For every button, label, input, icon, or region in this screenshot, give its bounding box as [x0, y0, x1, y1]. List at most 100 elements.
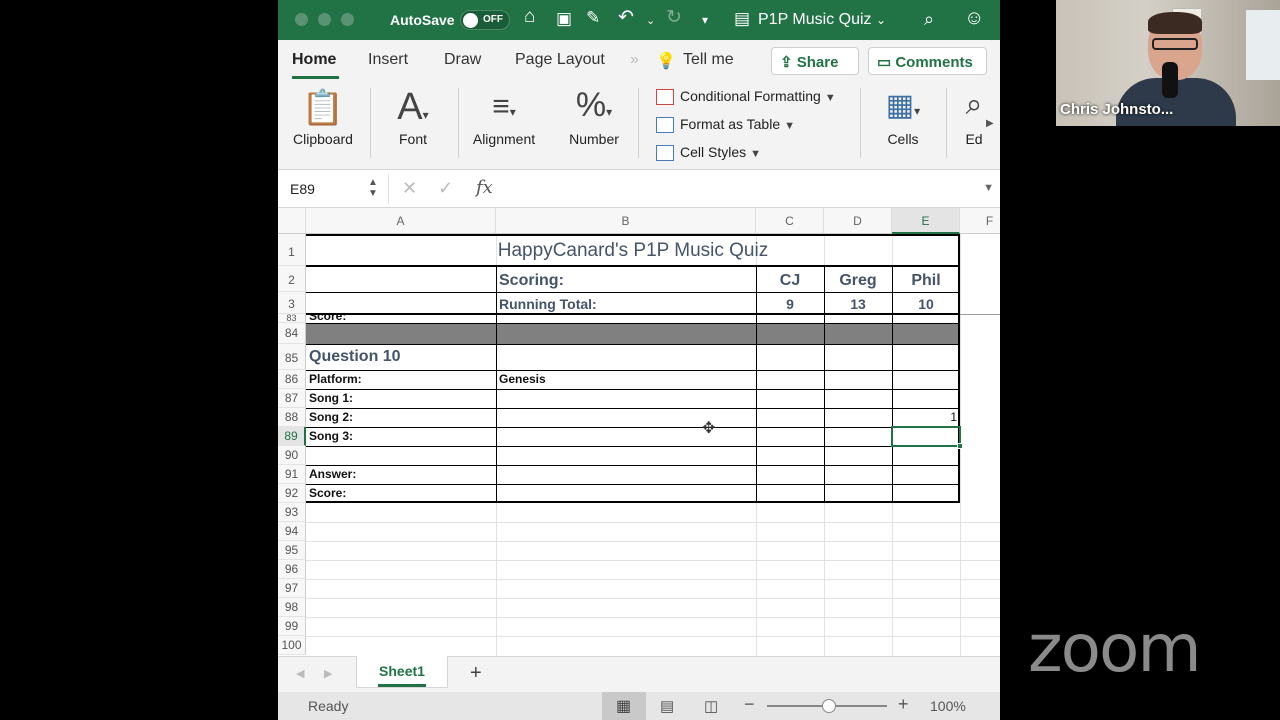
column-header-d[interactable]: D	[824, 208, 892, 234]
row-header[interactable]: 88	[278, 408, 306, 427]
column-header-e[interactable]: E	[892, 208, 960, 234]
tab-page-layout[interactable]: Page Layout	[515, 51, 605, 69]
tab-tell-me[interactable]: Tell me	[683, 51, 734, 69]
active-tab-indicator	[292, 76, 339, 79]
share-button[interactable]: ⇪ Share	[771, 47, 859, 75]
question-heading[interactable]: Question 10	[309, 344, 494, 370]
clipboard-group[interactable]: 📋 Clipboard	[286, 80, 360, 160]
zoom-level[interactable]: 100%	[930, 698, 966, 714]
format-as-table-button[interactable]: Format as Table ▼	[656, 116, 795, 134]
running-total-cj[interactable]: 9	[756, 294, 824, 314]
insert-function-icon[interactable]: fx	[476, 177, 493, 198]
column-header-f[interactable]: F	[960, 208, 1000, 234]
title-chevron-down-icon[interactable]: ⌄	[876, 13, 886, 27]
name-box-stepper-icon[interactable]: ▲ ▼	[368, 177, 378, 199]
worksheet-grid[interactable]: A B C D E F 1 2 3 83 84 85 86 87 88 89 9…	[278, 208, 1000, 656]
normal-view-button[interactable]: ▦	[602, 692, 646, 720]
cell-a88[interactable]: Song 2:	[309, 408, 494, 427]
add-sheet-button[interactable]: +	[470, 662, 482, 685]
column-header-c[interactable]: C	[756, 208, 824, 234]
undo-dropdown-icon[interactable]: ⌄	[646, 14, 655, 27]
player-cj[interactable]: CJ	[756, 269, 824, 293]
row-header-partial[interactable]: 83	[278, 314, 306, 323]
row-header[interactable]: 100	[278, 636, 306, 655]
row-header[interactable]: 3	[278, 292, 306, 314]
row-header[interactable]: 92	[278, 484, 306, 503]
tab-draw[interactable]: Draw	[444, 51, 481, 69]
row-header[interactable]: 84	[278, 323, 306, 344]
column-header-a[interactable]: A	[306, 208, 496, 234]
zoom-slider-thumb[interactable]	[822, 699, 836, 713]
minimize-window-button[interactable]	[318, 13, 331, 26]
row-header[interactable]: 99	[278, 617, 306, 636]
cell-a86[interactable]: Platform:	[309, 370, 494, 389]
separator-row-84[interactable]	[306, 323, 960, 344]
next-sheet-icon[interactable]: ▶	[324, 667, 332, 680]
edit-icon[interactable]: ✎	[586, 8, 600, 28]
cell-e88[interactable]: 1	[892, 408, 957, 427]
save-icon[interactable]: ▣	[556, 9, 572, 29]
row-header-selected[interactable]: 89	[278, 427, 306, 446]
undo-icon[interactable]: ↶	[618, 6, 634, 29]
cell-a83-partial[interactable]: Score:	[309, 314, 489, 323]
alignment-group[interactable]: ≡▾ Alignment	[464, 80, 544, 160]
cell-a87[interactable]: Song 1:	[309, 389, 494, 408]
comments-button[interactable]: ▭ Comments	[868, 47, 987, 75]
search-icon[interactable]: ⌕	[924, 9, 934, 30]
more-tabs-chevron-icon[interactable]: »	[630, 51, 639, 69]
cell-b86[interactable]: Genesis	[499, 370, 754, 389]
enter-icon[interactable]: ✓	[438, 178, 453, 199]
table-border	[306, 344, 960, 345]
autosave-toggle[interactable]: OFF	[460, 10, 510, 30]
running-total-greg[interactable]: 13	[824, 294, 892, 314]
participant-video[interactable]: Chris Johnsto...	[1056, 0, 1280, 126]
row-header[interactable]: 87	[278, 389, 306, 408]
customize-toolbar-icon[interactable]: ▾	[702, 13, 708, 27]
running-total-phil[interactable]: 10	[892, 294, 960, 314]
name-box[interactable]: E89	[290, 181, 315, 197]
cells-group[interactable]: ▦▾ Cells	[868, 80, 938, 160]
zoom-in-button[interactable]: +	[898, 694, 909, 715]
row-header[interactable]: 85	[278, 344, 306, 370]
redo-icon[interactable]: ↻	[666, 6, 682, 29]
tab-home[interactable]: Home	[292, 51, 336, 69]
row-header[interactable]: 95	[278, 541, 306, 560]
page-layout-view-icon[interactable]: ▤	[660, 697, 674, 715]
row-header[interactable]: 86	[278, 370, 306, 389]
number-group[interactable]: %▾ Number	[554, 80, 634, 160]
expand-formula-bar-icon[interactable]: ▼	[983, 182, 994, 194]
row-header[interactable]: 1	[278, 234, 306, 266]
column-header-b[interactable]: B	[496, 208, 756, 234]
scoring-label[interactable]: Scoring:	[499, 269, 754, 293]
row-header[interactable]: 97	[278, 579, 306, 598]
page-break-view-icon[interactable]: ◫	[704, 697, 718, 715]
fill-handle[interactable]	[957, 443, 963, 449]
selected-cell-e89[interactable]	[891, 426, 961, 447]
row-header[interactable]: 98	[278, 598, 306, 617]
running-total-label[interactable]: Running Total:	[499, 294, 754, 314]
zoom-window-button[interactable]	[341, 13, 354, 26]
row-header[interactable]: 91	[278, 465, 306, 484]
row-header[interactable]: 90	[278, 446, 306, 465]
conditional-formatting-button[interactable]: Conditional Formatting ▼	[656, 88, 836, 106]
home-icon[interactable]: ⌂	[524, 6, 535, 28]
cancel-icon[interactable]: ✕	[402, 178, 417, 199]
prev-sheet-icon[interactable]: ◀	[296, 667, 304, 680]
ribbon-scroll-right-icon[interactable]: ▶	[986, 118, 994, 129]
row-header[interactable]: 96	[278, 560, 306, 579]
row-header[interactable]: 2	[278, 266, 306, 292]
zoom-out-button[interactable]: −	[744, 694, 755, 715]
player-greg[interactable]: Greg	[824, 269, 892, 293]
tab-insert[interactable]: Insert	[368, 51, 408, 69]
quiz-title[interactable]: HappyCanard's P1P Music Quiz	[306, 236, 960, 266]
cell-a89[interactable]: Song 3:	[309, 427, 494, 446]
row-header[interactable]: 93	[278, 503, 306, 522]
select-all-corner[interactable]	[278, 208, 306, 234]
close-window-button[interactable]	[295, 13, 308, 26]
cell-styles-button[interactable]: Cell Styles ▼	[656, 144, 761, 162]
row-header[interactable]: 94	[278, 522, 306, 541]
player-phil[interactable]: Phil	[892, 269, 960, 293]
font-group[interactable]: A▾ Font	[378, 80, 448, 160]
feedback-smiley-icon[interactable]: ☺	[964, 7, 984, 30]
cell-a91[interactable]: Answer:	[309, 465, 494, 484]
